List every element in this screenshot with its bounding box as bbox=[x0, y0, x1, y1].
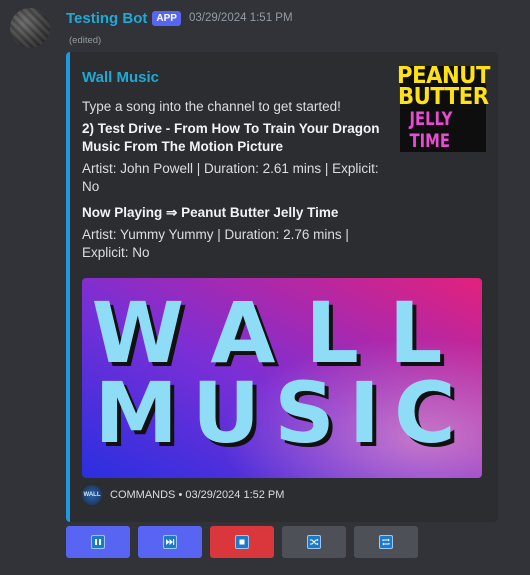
pause-icon bbox=[91, 535, 105, 549]
queued-track-title: 2) Test Drive - From How To Train Your D… bbox=[82, 121, 380, 154]
stop-icon bbox=[235, 535, 249, 549]
shuffle-icon bbox=[307, 535, 321, 549]
embed-description: Type a song into the channel to get star… bbox=[82, 98, 382, 266]
embed-title[interactable]: Wall Music bbox=[82, 69, 159, 86]
control-buttons bbox=[66, 526, 418, 558]
message-timestamp: 03/29/2024 1:51 PM bbox=[188, 12, 293, 24]
footer-text: COMMANDS • 03/29/2024 1:52 PM bbox=[110, 489, 285, 501]
queued-track-details: Artist: John Powell | Duration: 2.61 min… bbox=[82, 161, 379, 194]
embed-banner-image[interactable]: WALL WALL MUSIC MUSIC bbox=[82, 278, 482, 478]
app-badge: APP bbox=[152, 10, 181, 26]
loop-button[interactable] bbox=[354, 526, 418, 558]
music-embed: Wall Music Type a song into the channel … bbox=[66, 52, 498, 522]
edited-label: (edited) bbox=[69, 35, 102, 46]
banner-line-2: MUSIC bbox=[94, 364, 469, 462]
shuffle-button[interactable] bbox=[282, 526, 346, 558]
thumbnail-line-3: JELLY TIME bbox=[409, 108, 453, 152]
bot-username[interactable]: Testing Bot bbox=[66, 10, 147, 27]
thumbnail-line-2: BUTTER bbox=[397, 84, 489, 110]
intro-text: Type a song into the channel to get star… bbox=[82, 99, 341, 114]
bot-avatar[interactable] bbox=[10, 8, 50, 48]
footer-icon: WALL bbox=[82, 485, 102, 505]
embed-footer: WALL COMMANDS • 03/29/2024 1:52 PM bbox=[82, 484, 284, 506]
now-playing-title: Now Playing ⇒ Peanut Butter Jelly Time bbox=[82, 205, 339, 220]
skip-button[interactable] bbox=[138, 526, 202, 558]
now-playing-details: Artist: Yummy Yummy | Duration: 2.76 min… bbox=[82, 227, 349, 260]
loop-icon bbox=[379, 535, 393, 549]
pause-button[interactable] bbox=[66, 526, 130, 558]
stop-button[interactable] bbox=[210, 526, 274, 558]
skip-icon bbox=[163, 535, 177, 549]
message-header: Testing Bot APP 03/29/2024 1:51 PM bbox=[66, 8, 293, 28]
embed-thumbnail[interactable]: PEANUT BUTTER JELLY TIME bbox=[397, 65, 490, 152]
